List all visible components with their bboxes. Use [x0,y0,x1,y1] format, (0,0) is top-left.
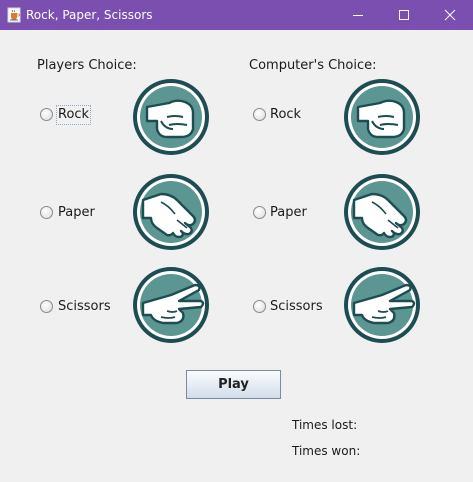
computer-scissors-radio[interactable] [253,300,266,313]
java-cup-icon [7,7,21,23]
player-rock-label[interactable]: Rock [55,105,92,125]
computer-scissors-label[interactable]: Scissors [270,299,323,315]
player-choice-heading: Players Choice: [37,58,137,73]
play-button[interactable]: Play [186,370,281,399]
player-paper-label[interactable]: Paper [58,205,95,221]
maximize-button[interactable] [381,0,427,30]
times-won-label: Times won: [292,444,361,458]
close-button[interactable] [427,0,473,30]
player-paper-radio[interactable] [40,206,53,219]
app-window: Rock, Paper, Scissors Players Choice: Ro… [0,0,473,482]
close-icon [444,9,456,21]
paper-hand-icon [344,174,420,250]
scissors-hand-icon [344,267,420,343]
computer-paper-radio[interactable] [253,206,266,219]
rock-fist-icon [344,79,420,155]
paper-hand-icon [133,174,209,250]
player-scissors-label[interactable]: Scissors [58,299,111,315]
player-rock-radio[interactable] [40,108,53,121]
player-scissors-radio[interactable] [40,300,53,313]
minimize-icon [353,15,363,16]
computer-rock-label[interactable]: Rock [270,107,301,123]
times-lost-label: Times lost: [292,418,358,432]
computer-paper-label[interactable]: Paper [270,205,307,221]
minimize-button[interactable] [335,0,381,30]
window-title: Rock, Paper, Scissors [26,8,153,22]
title-bar[interactable]: Rock, Paper, Scissors [0,0,473,30]
scissors-hand-icon [133,267,209,343]
rock-fist-icon [133,79,209,155]
maximize-icon [399,10,409,20]
computer-rock-radio[interactable] [253,108,266,121]
computer-choice-heading: Computer's Choice: [249,58,377,73]
